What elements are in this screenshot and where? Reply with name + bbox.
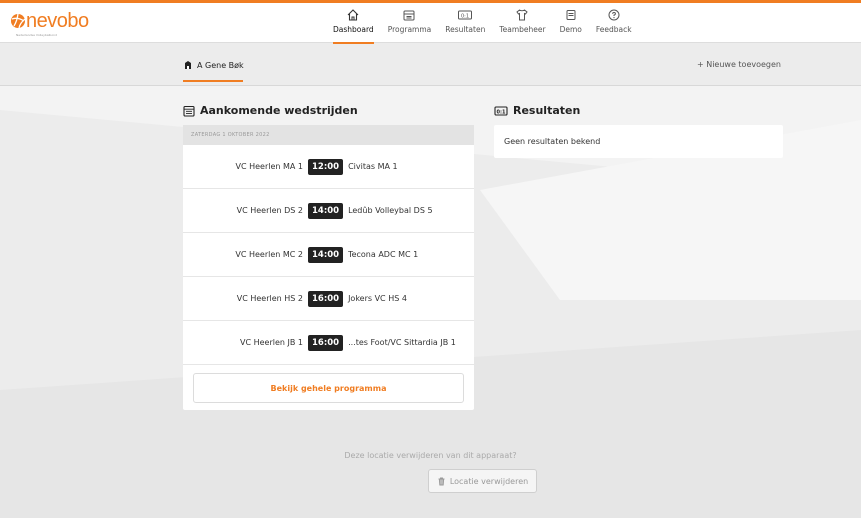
top-navbar: nevobo Nederlandse Volleybalbond Dashboa… bbox=[0, 3, 861, 44]
scoreboard-icon: 0:1 bbox=[457, 7, 473, 23]
results-card: Geen resultaten bekend bbox=[494, 125, 783, 158]
match-time: 14:00 bbox=[308, 246, 344, 263]
no-results-text: Geen resultaten bekend bbox=[504, 137, 601, 146]
match-time: 16:00 bbox=[308, 334, 344, 351]
match-time: 12:00 bbox=[308, 158, 344, 175]
home-team: VC Heerlen MC 2 bbox=[235, 250, 303, 259]
remove-location-question: Deze locatie verwijderen van dit apparaa… bbox=[344, 451, 517, 460]
upcoming-title-text: Aankomende wedstrijden bbox=[200, 104, 358, 117]
svg-text:0:1: 0:1 bbox=[497, 109, 506, 115]
date-header: ZATERDAG 1 OKTOBER 2022 bbox=[183, 125, 474, 145]
match-row[interactable]: VC Heerlen MC 2 14:00 Tecona ADC MC 1 bbox=[183, 233, 474, 277]
results-title: 0:1 Resultaten bbox=[494, 104, 580, 117]
nav-dashboard[interactable]: Dashboard bbox=[333, 3, 374, 44]
remove-location-label: Locatie verwijderen bbox=[449, 476, 529, 486]
home-icon bbox=[346, 7, 360, 23]
trash-icon bbox=[438, 477, 445, 485]
match-row[interactable]: VC Heerlen MA 1 12:00 Civitas MA 1 bbox=[183, 145, 474, 189]
view-full-program-button[interactable]: Bekijk gehele programma bbox=[193, 373, 464, 403]
logo-wordmark: nevobo bbox=[26, 10, 89, 32]
away-team: Jokers VC HS 4 bbox=[348, 294, 407, 303]
nav-label: Resultaten bbox=[445, 25, 486, 34]
nav-feedback[interactable]: Feedback bbox=[596, 3, 632, 43]
home-team: VC Heerlen DS 2 bbox=[236, 206, 303, 215]
svg-text:0:1: 0:1 bbox=[461, 13, 469, 19]
match-time: 16:00 bbox=[308, 290, 344, 307]
match-row[interactable]: VC Heerlen JB 1 16:00 ...tes Foot/VC Sit… bbox=[183, 321, 474, 365]
active-tab-indicator bbox=[183, 80, 243, 82]
nav-resultaten[interactable]: 0:1 Resultaten bbox=[445, 3, 485, 43]
nav-label: Demo bbox=[559, 25, 582, 34]
location-name: A Gene Bøk bbox=[197, 60, 244, 70]
location-bar: A Gene Bøk + Nieuwe toevoegen bbox=[0, 44, 861, 86]
home-team: VC Heerlen HS 2 bbox=[236, 294, 303, 303]
nav-label: Feedback bbox=[595, 25, 632, 34]
demo-icon bbox=[564, 7, 578, 23]
scoreboard-icon: 0:1 bbox=[494, 105, 508, 116]
question-icon bbox=[607, 7, 621, 23]
add-location-button[interactable]: + Nieuwe toevoegen bbox=[697, 60, 781, 69]
volleyball-logo-icon bbox=[11, 13, 26, 29]
location-tab[interactable]: A Gene Bøk bbox=[183, 60, 244, 82]
nav-demo[interactable]: Demo bbox=[560, 3, 582, 43]
away-team: ...tes Foot/VC Sittardia JB 1 bbox=[348, 338, 456, 347]
calendar-icon bbox=[183, 105, 195, 117]
home-team: VC Heerlen JB 1 bbox=[240, 338, 303, 347]
logo-tagline: Nederlandse Volleybalbond bbox=[16, 33, 57, 37]
nav-programma[interactable]: Programma bbox=[387, 3, 432, 43]
nevobo-logo[interactable]: nevobo Nederlandse Volleybalbond bbox=[10, 10, 89, 37]
match-time: 14:00 bbox=[308, 202, 344, 219]
remove-location-button[interactable]: Locatie verwijderen bbox=[428, 469, 537, 493]
calendar-icon bbox=[402, 7, 416, 23]
shirt-icon bbox=[515, 7, 529, 23]
away-team: Ledûb Volleybal DS 5 bbox=[348, 206, 433, 215]
nav-label: Dashboard bbox=[333, 25, 374, 34]
home-team: VC Heerlen MA 1 bbox=[235, 162, 303, 171]
nav-label: Programma bbox=[387, 25, 432, 34]
match-row[interactable]: VC Heerlen DS 2 14:00 Ledûb Volleybal DS… bbox=[183, 189, 474, 233]
building-icon bbox=[185, 61, 191, 69]
away-team: Civitas MA 1 bbox=[348, 162, 398, 171]
match-row[interactable]: VC Heerlen HS 2 16:00 Jokers VC HS 4 bbox=[183, 277, 474, 321]
nav-teambeheer[interactable]: Teambeheer bbox=[499, 3, 546, 43]
main-nav: Dashboard Programma 0:1 Resultaten Teamb… bbox=[333, 3, 646, 44]
away-team: Tecona ADC MC 1 bbox=[348, 250, 419, 259]
nav-label: Teambeheer bbox=[499, 25, 546, 34]
results-title-text: Resultaten bbox=[513, 104, 581, 117]
upcoming-card: ZATERDAG 1 OKTOBER 2022 VC Heerlen MA 1 … bbox=[183, 125, 474, 410]
upcoming-title: Aankomende wedstrijden bbox=[183, 104, 358, 117]
